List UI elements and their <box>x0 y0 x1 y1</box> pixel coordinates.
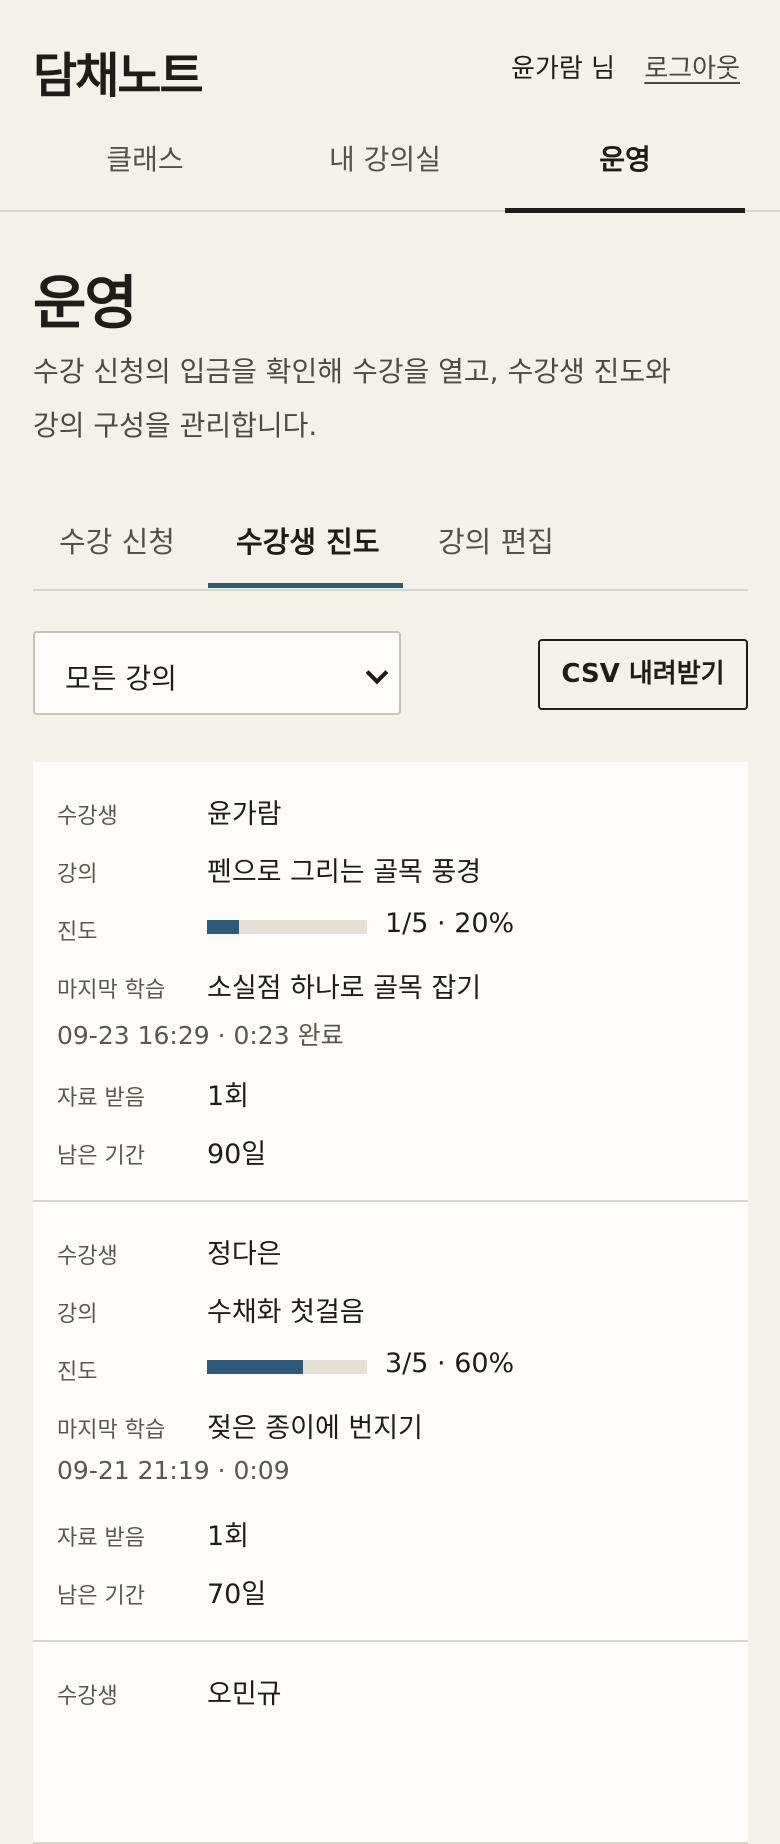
brand-logo[interactable]: 담채노트 <box>33 36 204 106</box>
row-course: 강의 수채화 첫걸음 <box>57 1290 728 1330</box>
label-progress: 진도 <box>57 1360 98 1385</box>
csv-download-button[interactable]: CSV 내려받기 <box>538 639 748 710</box>
label-last-lesson: 마지막 학습 <box>57 978 166 1003</box>
last-lesson-meta: 09-21 21:19 · 0:09 <box>57 1456 290 1485</box>
label-student: 수강생 <box>57 804 118 829</box>
label-course: 강의 <box>57 1302 98 1327</box>
download-count: 1회 <box>207 1081 250 1112</box>
global-nav: 클래스 내 강의실 운영 <box>25 130 745 213</box>
course-name: 펜으로 그리는 골목 풍경 <box>207 857 482 888</box>
row-downloads: 자료 받음 1회 <box>57 1074 728 1114</box>
nav-admin[interactable]: 운영 <box>505 130 745 213</box>
remaining-period: 90일 <box>207 1139 267 1170</box>
remaining-period: 70일 <box>207 1579 267 1610</box>
page-title: 운영 <box>33 269 138 337</box>
row-remaining: 남은 기간 70일 <box>57 1572 728 1612</box>
progress-bar <box>207 1360 367 1374</box>
label-student: 수강생 <box>57 1244 118 1269</box>
label-last-lesson: 마지막 학습 <box>57 1418 166 1443</box>
course-name: 수채화 첫걸음 <box>207 1297 365 1328</box>
page-description: 수강 신청의 입금을 확인해 수강을 열고, 수강생 진도와 강의 구성을 관리… <box>33 345 753 453</box>
top-header: 담채노트 윤가람 님 로그아웃 클래스 내 강의실 운영 <box>0 0 780 213</box>
progress-bar-fill <box>207 920 239 934</box>
active-tab-indicator <box>208 583 403 588</box>
row-progress: 진도 3/5 · 60% <box>57 1348 728 1388</box>
label-course: 강의 <box>57 862 98 887</box>
last-lesson-title: 젖은 종이에 번지기 <box>207 1413 423 1444</box>
progress-card: 수강생 오민규 <box>33 1642 748 1844</box>
row-downloads: 자료 받음 1회 <box>57 1514 728 1554</box>
user-name: 윤가람 님 <box>511 54 615 84</box>
row-course: 강의 펜으로 그리는 골목 풍경 <box>57 850 728 890</box>
last-lesson-title: 소실점 하나로 골목 잡기 <box>207 973 482 1004</box>
row-last-lesson: 마지막 학습 소실점 하나로 골목 잡기 <box>57 966 728 1006</box>
tab-course-edit[interactable]: 강의 편집 <box>438 519 554 561</box>
progress-card: 수강생 정다은 강의 수채화 첫걸음 진도 3/5 · 60% 마지막 학습 젖… <box>33 1202 748 1642</box>
page-desc-line1: 수강 신청의 입금을 확인해 수강을 열고, 수강생 진도와 <box>33 355 671 388</box>
course-filter-select[interactable]: 모든 강의 <box>33 631 401 715</box>
nav-my-classroom[interactable]: 내 강의실 <box>265 130 505 210</box>
progress-text: 3/5 · 60% <box>385 1348 515 1379</box>
chevron-down-icon <box>365 661 389 685</box>
row-student: 수강생 오민규 <box>57 1672 728 1712</box>
label-remaining: 남은 기간 <box>57 1584 145 1609</box>
progress-bar <box>207 920 367 934</box>
label-student: 수강생 <box>57 1684 118 1709</box>
student-name: 윤가람 <box>207 799 282 830</box>
progress-card: 수강생 윤가람 강의 펜으로 그리는 골목 풍경 진도 1/5 · 20% 마지… <box>33 762 748 1202</box>
student-name: 오민규 <box>207 1679 282 1710</box>
label-remaining: 남은 기간 <box>57 1144 145 1169</box>
progress-list: 수강생 윤가람 강의 펜으로 그리는 골목 풍경 진도 1/5 · 20% 마지… <box>33 762 748 1844</box>
row-progress: 진도 1/5 · 20% <box>57 908 728 948</box>
admin-subtabs: 수강 신청 수강생 진도 강의 편집 <box>33 505 748 591</box>
download-count: 1회 <box>207 1521 250 1552</box>
page-desc-line2: 강의 구성을 관리합니다. <box>33 409 318 442</box>
student-name: 정다은 <box>207 1239 282 1270</box>
label-downloads: 자료 받음 <box>57 1526 145 1551</box>
tab-progress[interactable]: 수강생 진도 <box>236 519 380 561</box>
row-remaining: 남은 기간 90일 <box>57 1132 728 1172</box>
row-last-lesson: 마지막 학습 젖은 종이에 번지기 <box>57 1406 728 1446</box>
last-lesson-meta: 09-23 16:29 · 0:23 완료 <box>57 1021 344 1050</box>
course-filter-value: 모든 강의 <box>65 662 177 695</box>
tab-enrollment[interactable]: 수강 신청 <box>59 519 175 561</box>
nav-classes[interactable]: 클래스 <box>25 130 265 210</box>
label-downloads: 자료 받음 <box>57 1086 145 1111</box>
row-student: 수강생 정다은 <box>57 1232 728 1272</box>
row-student: 수강생 윤가람 <box>57 792 728 832</box>
logout-link[interactable]: 로그아웃 <box>644 48 740 85</box>
progress-text: 1/5 · 20% <box>385 908 515 939</box>
progress-bar-fill <box>207 1360 303 1374</box>
label-progress: 진도 <box>57 920 98 945</box>
